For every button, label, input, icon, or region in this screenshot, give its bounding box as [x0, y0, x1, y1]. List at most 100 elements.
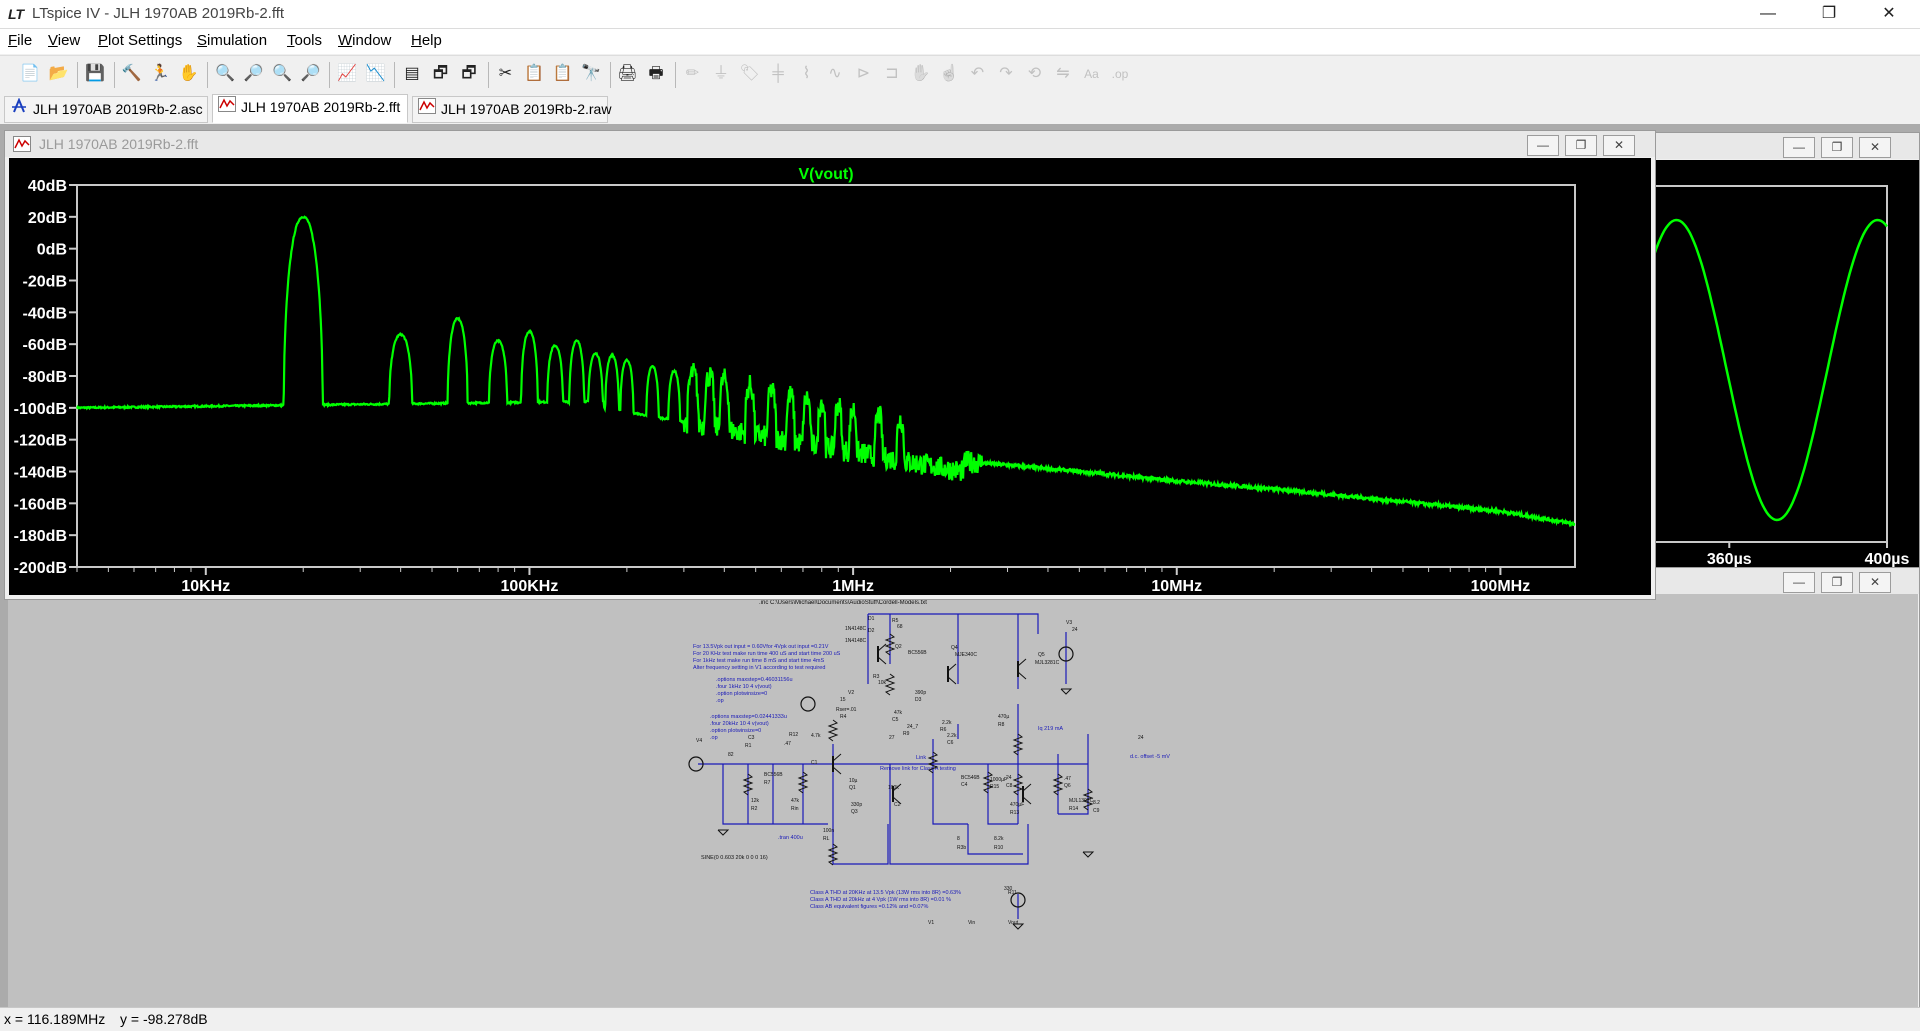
toolbar-separator: [329, 62, 330, 88]
tile-vertical-icon[interactable]: 🗗: [457, 62, 481, 86]
print-preview-icon[interactable]: 🖨: [616, 62, 640, 86]
spice-directive: .option plotwinsize=0: [716, 691, 767, 697]
fft-plot[interactable]: V(vout) 40dB 20dB 0dB -20dB -40dB -60dB -80dB -1…: [9, 158, 1651, 595]
cut-icon[interactable]: ✂: [494, 62, 518, 86]
ground-symbol: [717, 829, 730, 836]
y-tick-label: -200dB: [14, 560, 67, 577]
component-label: Q2: [895, 644, 902, 650]
note-text: For 1kHz test make run time 8 mS and sta…: [693, 658, 824, 664]
fft-window-titlebar[interactable]: JLH 1970AB 2019Rb-2.fft — ❐ ✕: [5, 131, 1655, 157]
run-icon[interactable]: 🏃: [148, 62, 172, 86]
component-label: 15: [840, 697, 846, 703]
pan-icon[interactable]: ✋: [177, 62, 201, 86]
rotate-icon[interactable]: ⟲: [1023, 62, 1047, 86]
draw-wire-icon[interactable]: ✏: [681, 62, 705, 86]
schematic-drawing[interactable]: .inc C:\Users\Michael\Documents\AudioStu…: [8, 594, 1918, 1007]
menu-plot-settings[interactable]: Plot Settings: [98, 32, 182, 49]
text-icon[interactable]: Aa: [1080, 62, 1104, 86]
component-icon[interactable]: ⊐: [880, 62, 904, 86]
paste-icon[interactable]: 📋: [551, 62, 575, 86]
tile-horizontal-icon[interactable]: ▤: [400, 62, 424, 86]
tab-fft[interactable]: JLH 1970AB 2019Rb-2.fft: [212, 94, 408, 123]
zoom-cancel-icon[interactable]: 🔎: [299, 62, 323, 86]
move-icon[interactable]: ✋: [909, 62, 933, 86]
mirror-icon[interactable]: ⇋: [1051, 62, 1075, 86]
capacitor-icon[interactable]: ╪: [766, 62, 790, 86]
plot-background: [1651, 160, 1919, 572]
restore-button[interactable]: ❐: [1565, 135, 1597, 156]
close-button[interactable]: ✕: [1866, 0, 1912, 28]
save-icon[interactable]: 💾: [83, 62, 107, 86]
copy-icon[interactable]: 📋: [522, 62, 546, 86]
spice-directive-icon[interactable]: .op: [1108, 62, 1132, 86]
close-button[interactable]: ✕: [1859, 137, 1891, 158]
close-button[interactable]: ✕: [1859, 572, 1891, 593]
label-net-icon[interactable]: 🏷: [738, 62, 762, 86]
component-label: V2: [848, 690, 854, 696]
spice-directive: .tran 400u: [778, 835, 803, 841]
ltspice-logo-icon: LT: [8, 6, 26, 22]
fft-window-title: JLH 1970AB 2019Rb-2.fft: [39, 136, 199, 152]
tab-label: JLH 1970AB 2019Rb-2.raw: [441, 101, 612, 117]
probe-icon[interactable]: 📉: [364, 62, 388, 86]
menu-file[interactable]: File: [8, 32, 32, 49]
schematic-window-titlebar[interactable]: — ❐ ✕: [1651, 568, 1919, 594]
autorange-icon[interactable]: 📈: [335, 62, 359, 86]
cursor-y-readout: y = -98.278dB: [120, 1011, 208, 1027]
control-panel-icon[interactable]: 🔨: [120, 62, 144, 86]
component-label: R13: [1010, 810, 1019, 816]
menu-simulation[interactable]: Simulation: [197, 32, 267, 49]
open-icon[interactable]: 📂: [47, 62, 71, 86]
resistor-icon[interactable]: ⌇: [795, 62, 819, 86]
drag-icon[interactable]: ☝: [937, 62, 961, 86]
transient-plot[interactable]: 360µs 400µs: [1651, 160, 1919, 572]
fft-plot-window[interactable]: JLH 1970AB 2019Rb-2.fft — ❐ ✕ V(vout) 40d…: [4, 130, 1656, 600]
menu-window[interactable]: Window: [338, 32, 391, 49]
tab-raw[interactable]: JLH 1970AB 2019Rb-2.raw: [412, 96, 612, 123]
minimize-button[interactable]: —: [1527, 135, 1559, 156]
find-icon[interactable]: 🔭: [579, 62, 603, 86]
transient-window-titlebar[interactable]: — ❐ ✕: [1651, 133, 1919, 159]
tab-schematic[interactable]: JLH 1970AB 2019Rb-2.asc: [4, 96, 208, 123]
diode-icon[interactable]: ⊳: [852, 62, 876, 86]
component-label: 27: [889, 735, 895, 741]
zoom-out-icon[interactable]: 🔎: [242, 62, 266, 86]
transient-plot-window[interactable]: — ❐ ✕ 360µs 400µs: [1650, 132, 1920, 574]
menu-help[interactable]: Help: [411, 32, 442, 49]
note-text: d.c. offset -5 mV: [1130, 754, 1170, 760]
y-tick-label: -180dB: [14, 528, 67, 545]
waveform-icon: [217, 95, 237, 119]
resistor-symbol: [884, 673, 896, 696]
transistor-symbol: [1017, 658, 1027, 667]
component-label: 2.2k: [947, 733, 957, 739]
x-tick-label: 400µs: [1865, 551, 1910, 568]
close-button[interactable]: ✕: [1603, 135, 1635, 156]
schematic-canvas[interactable]: .inc C:\Users\Michael\Documents\AudioStu…: [8, 594, 1918, 1007]
svg-text:LT: LT: [8, 6, 26, 22]
ground-icon[interactable]: ⏚: [709, 62, 733, 86]
restore-button[interactable]: ❐: [1806, 0, 1852, 28]
component-label: 390p: [915, 690, 926, 696]
restore-button[interactable]: ❐: [1821, 572, 1853, 593]
menu-view[interactable]: View: [48, 32, 80, 49]
inductor-icon[interactable]: ∿: [823, 62, 847, 86]
cascade-icon[interactable]: 🗗: [429, 62, 453, 86]
zoom-in-icon[interactable]: 🔍: [213, 62, 237, 86]
component-label: 8.2: [1093, 800, 1100, 806]
component-label: 10µ: [849, 778, 858, 784]
component-label: Vin: [968, 920, 975, 926]
component-label: R2: [751, 806, 758, 812]
new-schematic-icon[interactable]: 📄: [18, 62, 42, 86]
y-tick-label: 20dB: [28, 210, 67, 227]
print-icon[interactable]: 🖶: [644, 62, 668, 86]
x-tick-label: 100KHz: [501, 578, 559, 595]
menu-tools[interactable]: Tools: [287, 32, 322, 49]
undo-icon[interactable]: ↶: [966, 62, 990, 86]
zoom-extents-icon[interactable]: 🔍: [270, 62, 294, 86]
redo-icon[interactable]: ↷: [994, 62, 1018, 86]
restore-button[interactable]: ❐: [1821, 137, 1853, 158]
minimize-button[interactable]: —: [1783, 572, 1815, 593]
minimize-button[interactable]: —: [1745, 0, 1791, 28]
note-text: For 13.5Vpk out input = 0.60Vfor 4Vpk ou…: [693, 644, 829, 650]
minimize-button[interactable]: —: [1783, 137, 1815, 158]
